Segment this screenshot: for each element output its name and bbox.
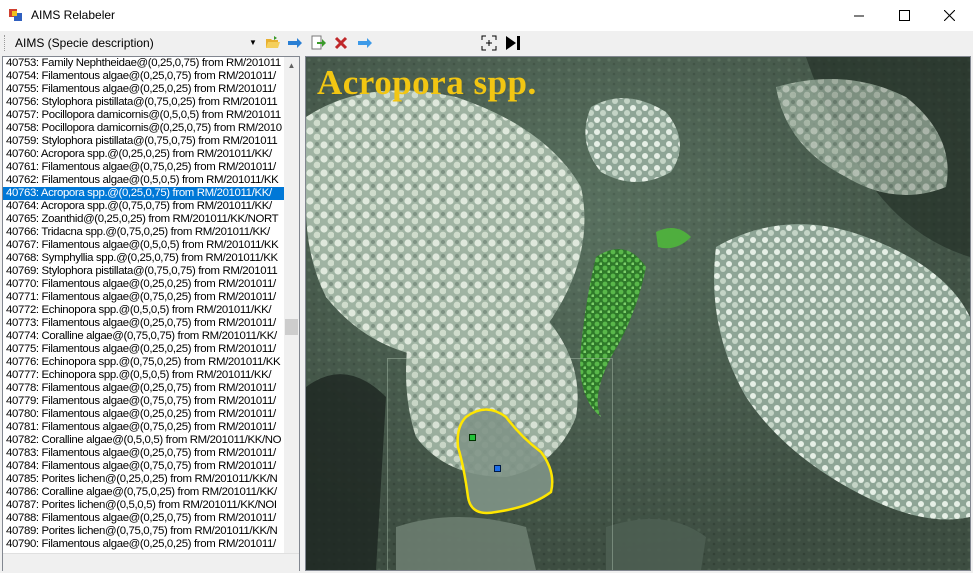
- list-item[interactable]: 40787: Porites lichen@(0,5,0,5) from RM/…: [3, 499, 284, 512]
- list-item[interactable]: 40760: Acropora spp.@(0,25,0,25) from RM…: [3, 148, 284, 161]
- species-label: Acropora spp.: [317, 63, 537, 102]
- annotation-list[interactable]: 40753: Family Nephtheidae@(0,25,0,75) fr…: [3, 57, 284, 553]
- dataset-select-value: AIMS (Specie description): [15, 36, 154, 50]
- close-button[interactable]: [926, 0, 972, 31]
- list-item[interactable]: 40754: Filamentous algae@(0,25,0,75) fro…: [3, 70, 284, 83]
- list-item[interactable]: 40765: Zoanthid@(0,25,0,25) from RM/2010…: [3, 213, 284, 226]
- list-item[interactable]: 40756: Stylophora pistillata@(0,75,0,25)…: [3, 96, 284, 109]
- list-item[interactable]: 40753: Family Nephtheidae@(0,25,0,75) fr…: [3, 57, 284, 70]
- window-title: AIMS Relabeler: [31, 8, 116, 22]
- list-item[interactable]: 40758: Pocillopora damicornis@(0,25,0,75…: [3, 122, 284, 135]
- list-item[interactable]: 40767: Filamentous algae@(0,5,0,5) from …: [3, 239, 284, 252]
- open-folder-icon: [266, 36, 280, 48]
- scroll-up-icon[interactable]: ▲: [284, 59, 299, 73]
- close-icon: [943, 10, 955, 21]
- open-folder-button[interactable]: [263, 34, 283, 52]
- list-item[interactable]: 40790: Filamentous algae@(0,25,0,25) fro…: [3, 538, 284, 551]
- list-item[interactable]: 40766: Tridacna spp.@(0,75,0,25) from RM…: [3, 226, 284, 239]
- list-item[interactable]: 40780: Filamentous algae@(0,25,0,25) fro…: [3, 408, 284, 421]
- crosshair-icon: [481, 35, 497, 51]
- export-icon: [311, 35, 326, 50]
- next-arrow-button[interactable]: [285, 34, 305, 52]
- maximize-button[interactable]: [881, 0, 927, 31]
- maximize-icon: [898, 10, 910, 21]
- toolbar-grip[interactable]: [4, 35, 8, 51]
- skip-end-icon: [506, 36, 520, 50]
- list-item[interactable]: 40779: Filamentous algae@(0,75,0,75) fro…: [3, 395, 284, 408]
- delete-icon: [334, 36, 348, 50]
- list-item[interactable]: 40755: Filamentous algae@(0,25,0,25) fro…: [3, 83, 284, 96]
- list-item[interactable]: 40784: Filamentous algae@(0,75,0,75) fro…: [3, 460, 284, 473]
- list-item[interactable]: 40762: Filamentous algae@(0,5,0,5) from …: [3, 174, 284, 187]
- export-button[interactable]: [308, 34, 328, 52]
- minimize-button[interactable]: [836, 0, 882, 31]
- list-item[interactable]: 40764: Acropora spp.@(0,75,0,75) from RM…: [3, 200, 284, 213]
- list-item[interactable]: 40789: Porites lichen@(0,75,0,75) from R…: [3, 525, 284, 538]
- list-item[interactable]: 40761: Filamentous algae@(0,75,0,25) fro…: [3, 161, 284, 174]
- list-item[interactable]: 40786: Coralline algae@(0,75,0,25) from …: [3, 486, 284, 499]
- list-item[interactable]: 40770: Filamentous algae@(0,25,0,25) fro…: [3, 278, 284, 291]
- minimize-icon: [853, 15, 864, 17]
- title-bar: AIMS Relabeler: [0, 0, 973, 31]
- list-item[interactable]: 40769: Stylophora pistillata@(0,75,0,75)…: [3, 265, 284, 278]
- list-item[interactable]: 40757: Pocillopora damicornis@(0,5,0,5) …: [3, 109, 284, 122]
- annotation-list-panel: 40753: Family Nephtheidae@(0,25,0,75) fr…: [2, 56, 300, 571]
- list-item[interactable]: 40777: Echinopora spp.@(0,5,0,5) from RM…: [3, 369, 284, 382]
- list-item[interactable]: 40788: Filamentous algae@(0,25,0,75) fro…: [3, 512, 284, 525]
- list-item[interactable]: 40759: Stylophora pistillata@(0,75,0,75)…: [3, 135, 284, 148]
- list-vertical-scrollbar[interactable]: ▲: [284, 57, 299, 553]
- forward-icon: [358, 38, 372, 48]
- app-icon: [9, 9, 22, 21]
- crop-region: [387, 358, 613, 570]
- forward-button[interactable]: [355, 34, 375, 52]
- list-item[interactable]: 40768: Symphyllia spp.@(0,25,0,75) from …: [3, 252, 284, 265]
- list-horizontal-scrollbar[interactable]: [3, 553, 299, 571]
- list-item[interactable]: 40772: Echinopora spp.@(0,5,0,5) from RM…: [3, 304, 284, 317]
- image-viewer[interactable]: Acropora spp.: [305, 56, 971, 571]
- list-item[interactable]: 40773: Filamentous algae@(0,25,0,75) fro…: [3, 317, 284, 330]
- list-item[interactable]: 40774: Coralline algae@(0,75,0,75) from …: [3, 330, 284, 343]
- dataset-select[interactable]: AIMS (Specie description) ▼: [11, 34, 259, 52]
- list-item[interactable]: 40781: Filamentous algae@(0,75,0,25) fro…: [3, 421, 284, 434]
- next-arrow-icon: [288, 38, 302, 48]
- delete-button[interactable]: [331, 34, 351, 52]
- list-item[interactable]: 40775: Filamentous algae@(0,25,0,25) fro…: [3, 343, 284, 356]
- skip-end-button[interactable]: [503, 34, 523, 52]
- toolbar: AIMS (Specie description) ▼: [0, 31, 973, 55]
- list-item[interactable]: 40785: Porites lichen@(0,25,0,25) from R…: [3, 473, 284, 486]
- scroll-thumb[interactable]: [285, 319, 298, 335]
- list-item[interactable]: 40782: Coralline algae@(0,5,0,5) from RM…: [3, 434, 284, 447]
- list-item[interactable]: 40778: Filamentous algae@(0,25,0,75) fro…: [3, 382, 284, 395]
- chevron-down-icon[interactable]: ▼: [247, 34, 259, 52]
- crosshair-button[interactable]: [479, 34, 499, 52]
- list-item[interactable]: 40776: Echinopora spp.@(0,75,0,25) from …: [3, 356, 284, 369]
- list-item[interactable]: 40783: Filamentous algae@(0,25,0,75) fro…: [3, 447, 284, 460]
- list-item[interactable]: 40771: Filamentous algae@(0,75,0,25) fro…: [3, 291, 284, 304]
- list-item[interactable]: 40763: Acropora spp.@(0,25,0,75) from RM…: [3, 187, 284, 200]
